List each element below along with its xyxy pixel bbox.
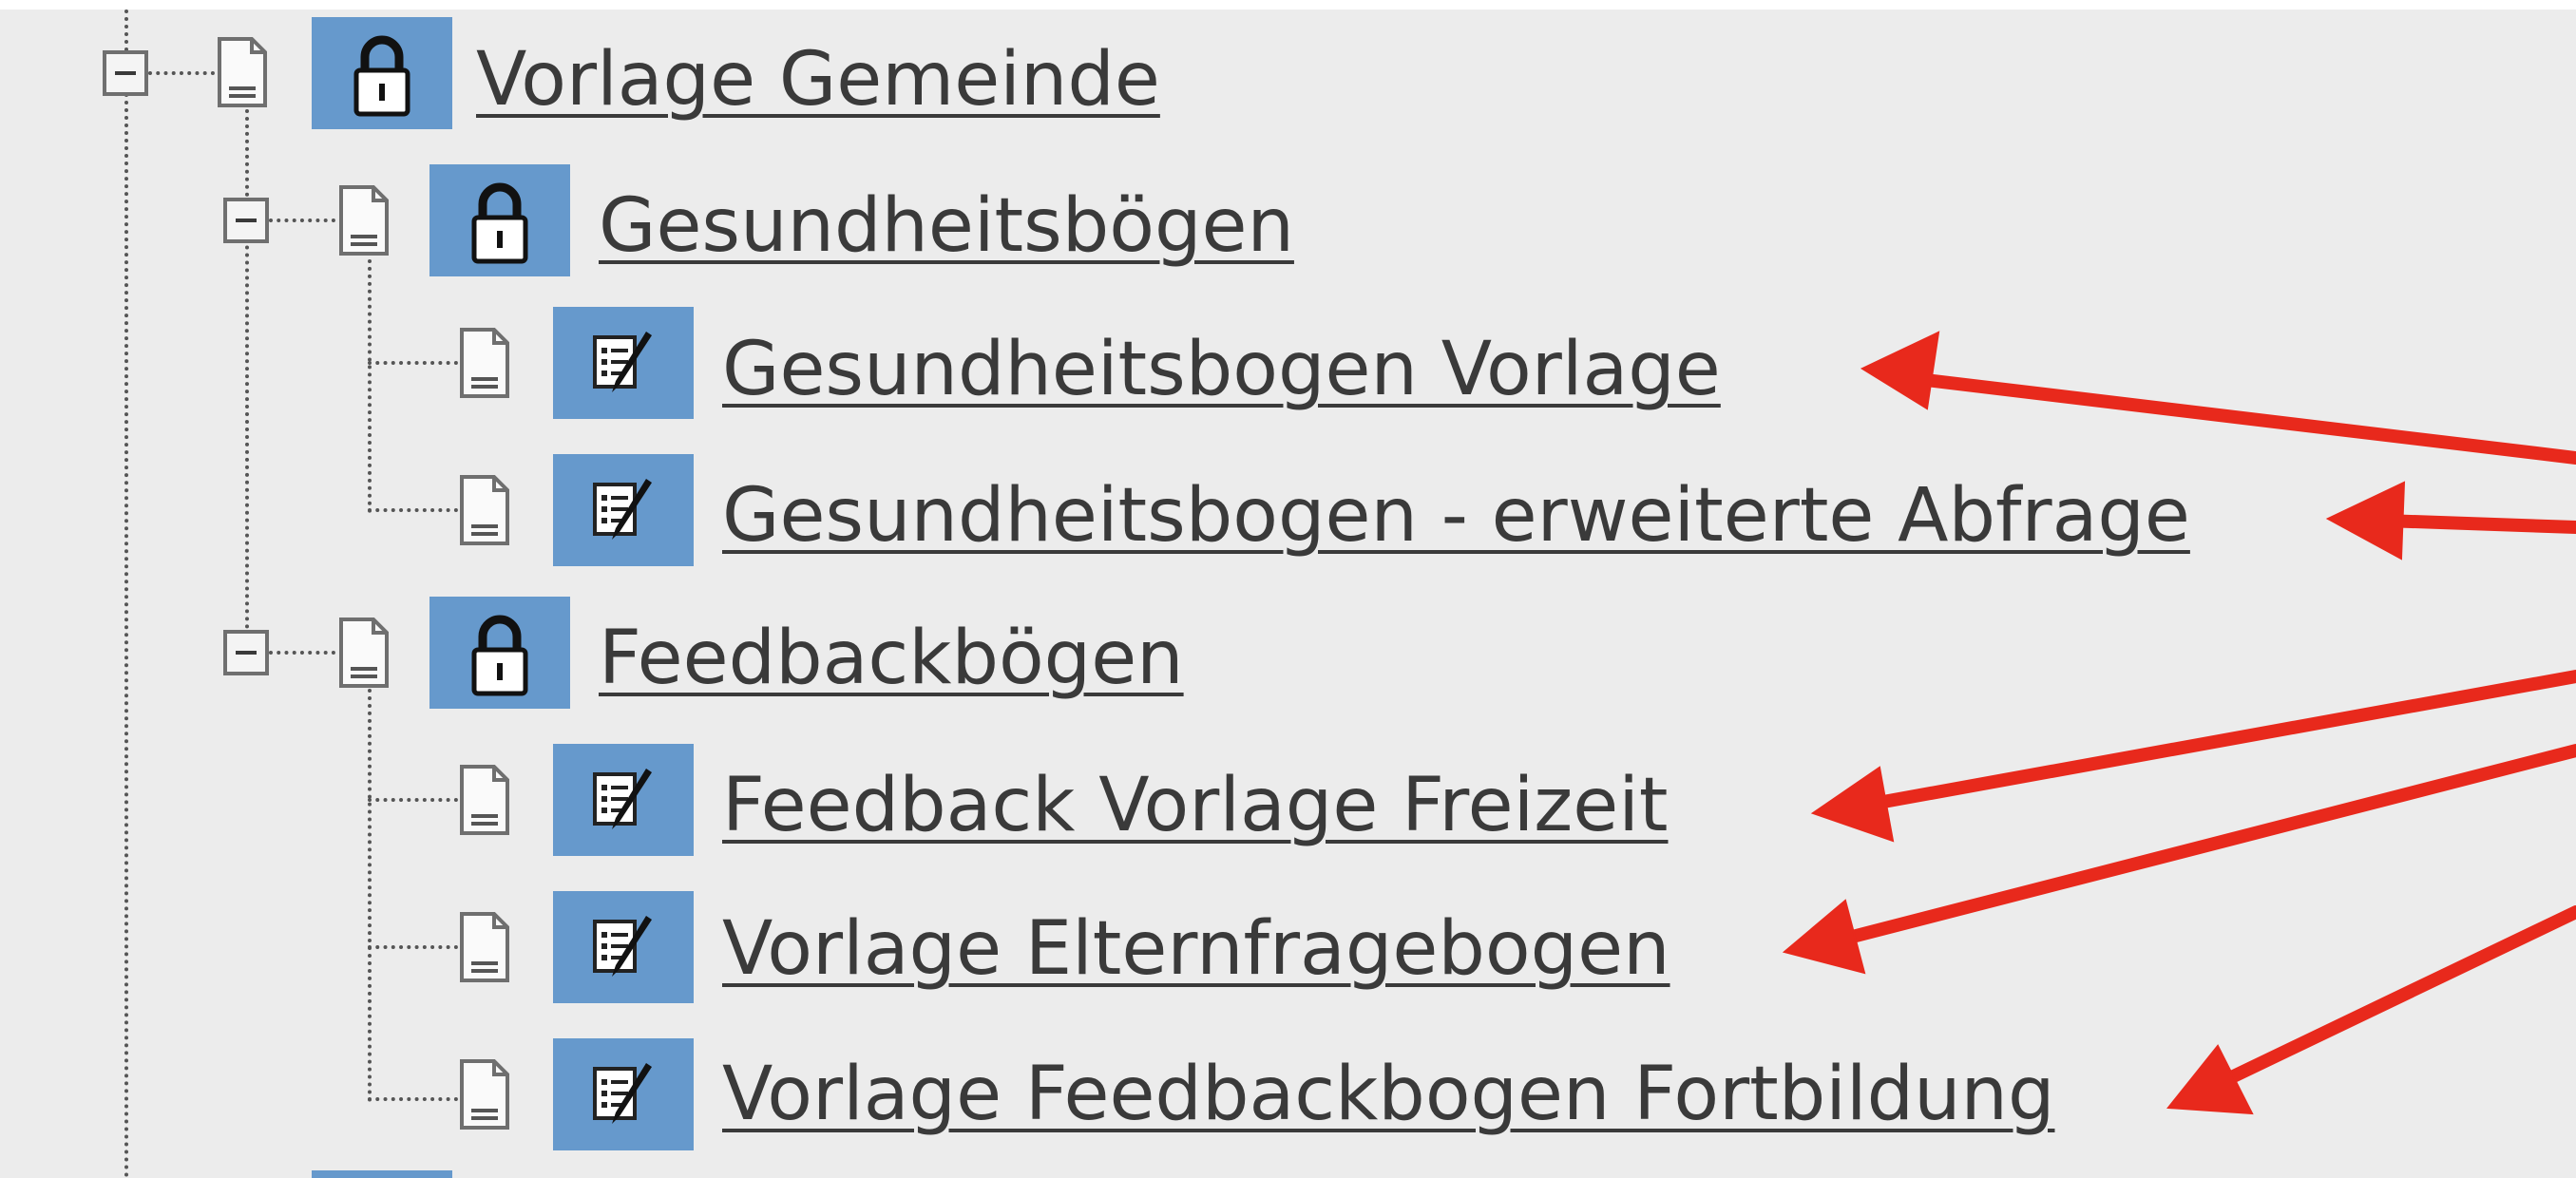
annotation-arrow	[1827, 744, 2576, 948]
annotation-arrows	[1782, 331, 2576, 1115]
annotation-arrow	[1903, 371, 2576, 465]
template-panel: Vorlage Gemeinde Gesundheitsbögen Gesund…	[0, 0, 2576, 1178]
annotation-arrowhead	[1782, 899, 1866, 975]
annotation-arrowhead	[1860, 331, 1940, 410]
annotation-arrow	[2217, 905, 2576, 1088]
annotation-arrow	[1856, 670, 2576, 812]
annotation-arrowhead	[2325, 481, 2406, 560]
annotation-arrow	[2378, 514, 2576, 534]
annotation-arrowhead	[1810, 766, 1895, 843]
